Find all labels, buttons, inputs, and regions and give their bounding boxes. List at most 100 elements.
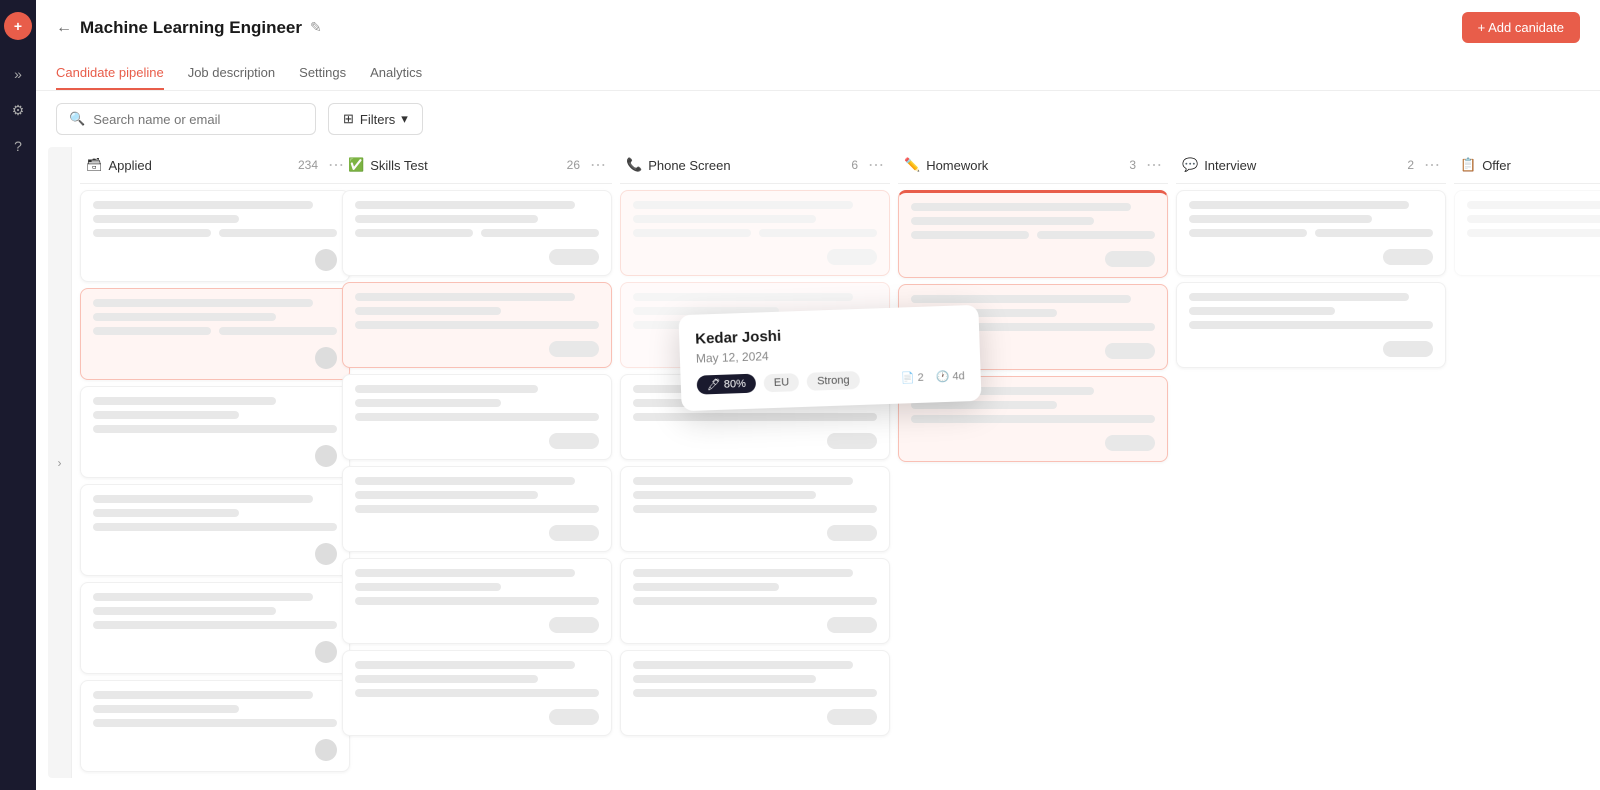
card-badge <box>1383 249 1433 265</box>
tab-candidate-pipeline[interactable]: Candidate pipeline <box>56 57 164 90</box>
skills-card-1[interactable] <box>342 190 612 276</box>
search-input[interactable] <box>93 112 303 127</box>
phone-card-6[interactable] <box>620 650 890 736</box>
tooltip-time-ago: 🕐 4d <box>935 369 964 383</box>
interview-col-menu[interactable]: ⋯ <box>1424 155 1440 175</box>
phone-card-5[interactable] <box>620 558 890 644</box>
column-skills-test: ✅ Skills Test 26 ⋯ <box>342 147 612 778</box>
card-line-row <box>93 229 337 243</box>
homework-card-1[interactable] <box>898 190 1168 278</box>
col-header-homework: ✏️ Homework 3 ⋯ <box>898 147 1168 184</box>
phone-card-1[interactable] <box>620 190 890 276</box>
card-line <box>93 411 239 419</box>
tooltip-meta: 📄 2 🕐 4d <box>901 369 965 384</box>
column-phone-screen: 📞 Phone Screen 6 ⋯ <box>620 147 890 778</box>
tab-analytics[interactable]: Analytics <box>370 57 422 90</box>
card-badge <box>549 525 599 541</box>
tooltip-tag-eu: EU <box>764 373 800 392</box>
column-applied: 🗃 Applied 234 ⋯ <box>80 147 350 778</box>
phone-col-title: Phone Screen <box>648 158 841 173</box>
phone-col-icon: 📞 <box>626 157 642 173</box>
skills-card-4[interactable] <box>342 466 612 552</box>
search-icon: 🔍 <box>69 111 85 127</box>
sidebar: + » ⚙ ? <box>0 0 36 790</box>
card-badge <box>827 617 877 633</box>
card-line <box>93 201 313 209</box>
offer-col-icon: 📋 <box>1460 157 1476 173</box>
skills-col-count: 26 <box>567 158 580 172</box>
filter-button[interactable]: ⊞ Filters ▾ <box>328 103 423 135</box>
add-candidate-button[interactable]: + Add canidate <box>1462 12 1580 43</box>
skills-card-5[interactable] <box>342 558 612 644</box>
card-line <box>93 299 313 307</box>
filter-chevron-icon: ▾ <box>401 111 408 127</box>
toolbar: 🔍 ⊞ Filters ▾ <box>36 91 1600 147</box>
applied-col-count: 234 <box>298 158 318 172</box>
card-avatar <box>315 543 337 565</box>
card-badge <box>549 433 599 449</box>
skills-card-6[interactable] <box>342 650 612 736</box>
card-line <box>93 607 276 615</box>
card-line <box>93 691 313 699</box>
skills-col-title: Skills Test <box>370 158 556 173</box>
card-badge <box>1105 435 1155 451</box>
interview-card-2[interactable] <box>1176 282 1446 368</box>
card-avatar <box>315 249 337 271</box>
card-avatar <box>315 641 337 663</box>
back-button[interactable]: ← <box>56 19 72 37</box>
sidebar-help-icon[interactable]: ? <box>4 132 32 160</box>
offer-card-1[interactable] <box>1454 190 1600 276</box>
page-title: Machine Learning Engineer <box>80 18 302 38</box>
tabs: Candidate pipeline Job description Setti… <box>56 53 1580 90</box>
sidebar-expand-icon[interactable]: » <box>4 60 32 88</box>
tab-settings[interactable]: Settings <box>299 57 346 90</box>
edit-icon[interactable]: ✎ <box>310 19 322 36</box>
card-line <box>93 509 239 517</box>
card-badge <box>827 709 877 725</box>
candidate-tooltip-card[interactable]: Kedar Joshi May 12, 2024 🖊 80% EU Strong… <box>678 305 981 411</box>
card-badge <box>1383 341 1433 357</box>
applied-card-3[interactable] <box>80 386 350 478</box>
applied-card-4[interactable] <box>80 484 350 576</box>
card-line <box>93 705 239 713</box>
col-header-interview: 💬 Interview 2 ⋯ <box>1176 147 1446 184</box>
applied-card-1[interactable] <box>80 190 350 282</box>
sidebar-logo[interactable]: + <box>4 12 32 40</box>
phone-col-count: 6 <box>851 158 858 172</box>
applied-card-6[interactable] <box>80 680 350 772</box>
column-offer: 📋 Offer ⋯ <box>1454 147 1600 778</box>
interview-col-icon: 💬 <box>1182 157 1198 173</box>
card-badge <box>549 249 599 265</box>
card-avatar <box>315 739 337 761</box>
interview-card-1[interactable] <box>1176 190 1446 276</box>
tab-job-description[interactable]: Job description <box>188 57 275 90</box>
tooltip-doc-count: 📄 2 <box>901 371 924 385</box>
phone-col-menu[interactable]: ⋯ <box>868 155 884 175</box>
card-badge <box>549 341 599 357</box>
card-badge <box>827 249 877 265</box>
applied-card-5[interactable] <box>80 582 350 674</box>
card-badge <box>1105 251 1155 267</box>
applied-col-title: Applied <box>109 158 288 173</box>
card-badge <box>827 525 877 541</box>
filter-label: Filters <box>360 112 395 127</box>
skills-card-3[interactable] <box>342 374 612 460</box>
card-line <box>93 215 239 223</box>
card-badge <box>1105 343 1155 359</box>
applied-card-2[interactable] <box>80 288 350 380</box>
skills-card-2[interactable] <box>342 282 612 368</box>
col-header-skills: ✅ Skills Test 26 ⋯ <box>342 147 612 184</box>
homework-col-title: Homework <box>926 158 1119 173</box>
offer-col-title: Offer <box>1482 158 1600 173</box>
card-avatar <box>315 347 337 369</box>
column-interview: 💬 Interview 2 ⋯ <box>1176 147 1446 778</box>
sidebar-settings-icon[interactable]: ⚙ <box>4 96 32 124</box>
card-badge <box>827 433 877 449</box>
add-candidate-label: + Add canidate <box>1478 20 1564 35</box>
card-line-row <box>93 327 337 341</box>
phone-card-4[interactable] <box>620 466 890 552</box>
collapse-button[interactable]: › <box>48 147 72 778</box>
applied-col-wrapper: › 🗃 Applied 234 ⋯ <box>48 147 338 778</box>
skills-col-menu[interactable]: ⋯ <box>590 155 606 175</box>
homework-col-menu[interactable]: ⋯ <box>1146 155 1162 175</box>
